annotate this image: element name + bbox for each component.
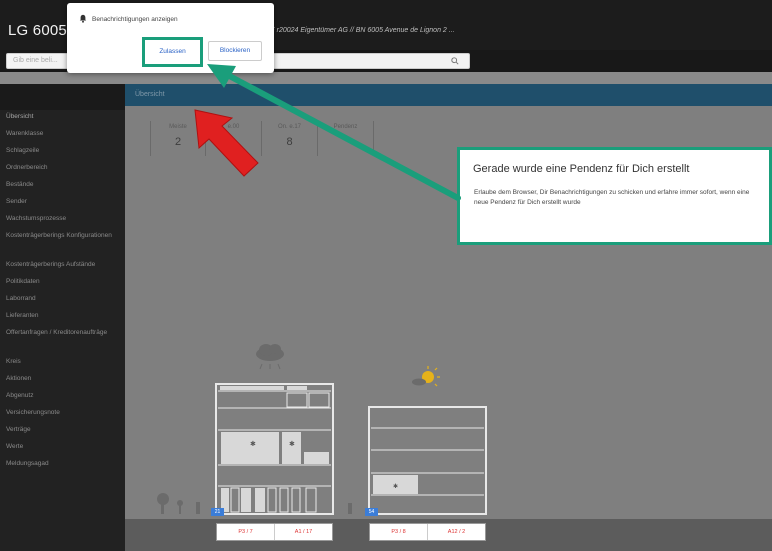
warehouse-illustration: ✱ ✱ ✱ [157,344,487,515]
shelf-label-left: P3 / 7 [217,524,275,540]
svg-text:✱: ✱ [250,440,256,448]
notification-permission-popup: Benachrichtigungen anzeigen Zulassen Blo… [67,3,274,73]
sun-icon [412,366,440,387]
block-button[interactable]: Blockieren [208,41,262,61]
svg-text:✱: ✱ [393,483,398,490]
shelf-badge: 54 [365,508,378,516]
shelf-unit[interactable]: ✱ [368,406,487,515]
shelf-label-right: A12 / 2 [447,529,466,535]
shelf-label-right: A1 / 17 [294,529,313,535]
shelf-unit[interactable]: ✱ ✱ [215,383,334,515]
allow-button[interactable]: Zulassen [142,37,203,67]
cloud-icon [256,344,284,370]
callout-title: Gerade wurde eine Pendenz für Dich erste… [473,163,690,175]
plant-icon [157,493,352,514]
svg-text:✱: ✱ [289,440,295,448]
callout-body: Erlaube dem Browser, Dir Benachrichtigun… [474,189,750,206]
shelf-label[interactable]: P3 / 7 A1 / 17 [216,523,333,541]
shelf-badge: 21 [211,508,224,516]
shelf-label[interactable]: P3 / 8 A12 / 2 [369,523,486,541]
popup-text: Benachrichtigungen anzeigen [92,16,178,23]
notification-callout: Gerade wurde eine Pendenz für Dich erste… [457,147,772,245]
shelf-label-left: P3 / 8 [370,524,428,540]
bell-icon [79,14,87,23]
